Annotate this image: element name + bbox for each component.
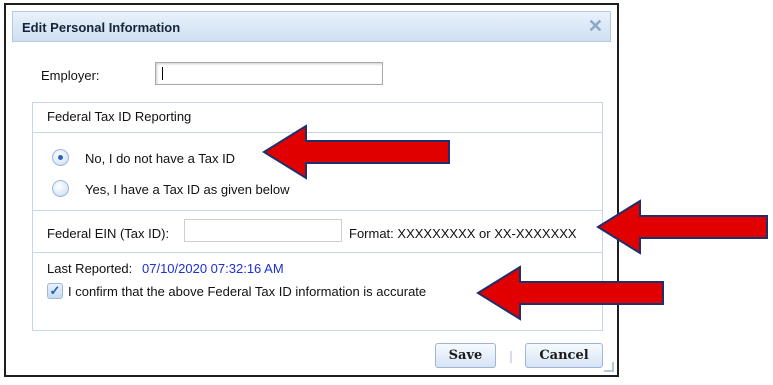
close-icon[interactable]: ✕ bbox=[588, 17, 603, 35]
last-reported-value: 07/10/2020 07:32:16 AM bbox=[142, 261, 284, 276]
ein-format-hint: Format: XXXXXXXXX or XX-XXXXXXX bbox=[349, 226, 577, 241]
last-reported-label: Last Reported: bbox=[47, 261, 133, 276]
confirm-label: I confirm that the above Federal Tax ID … bbox=[68, 284, 427, 299]
ein-label: Federal EIN (Tax ID): bbox=[47, 226, 170, 241]
divider bbox=[33, 252, 602, 253]
section-legend: Federal Tax ID Reporting bbox=[47, 109, 192, 124]
resize-grip-icon[interactable] bbox=[604, 362, 614, 372]
annotation-arrow-left-icon bbox=[596, 199, 768, 255]
button-separator bbox=[510, 351, 512, 363]
employer-input[interactable] bbox=[155, 62, 383, 85]
employer-label: Employer: bbox=[41, 68, 100, 83]
dialog-title: Edit Personal Information bbox=[22, 20, 181, 35]
ein-input[interactable] bbox=[184, 219, 342, 242]
dialog-titlebar: Edit Personal Information ✕ bbox=[12, 11, 611, 42]
annotation-arrow-left-icon bbox=[262, 124, 450, 180]
cancel-button[interactable]: Cancel bbox=[525, 343, 603, 368]
radio-no-tax-id[interactable] bbox=[52, 149, 69, 166]
annotation-arrow-left-icon bbox=[476, 265, 664, 321]
save-button[interactable]: Save bbox=[435, 343, 496, 368]
radio-has-tax-id-label: Yes, I have a Tax ID as given below bbox=[85, 182, 290, 197]
confirm-checkbox[interactable]: ✓ bbox=[47, 283, 63, 299]
text-caret bbox=[162, 67, 163, 80]
radio-has-tax-id[interactable] bbox=[52, 180, 69, 197]
divider bbox=[33, 210, 602, 211]
radio-no-tax-id-label: No, I do not have a Tax ID bbox=[85, 151, 236, 166]
